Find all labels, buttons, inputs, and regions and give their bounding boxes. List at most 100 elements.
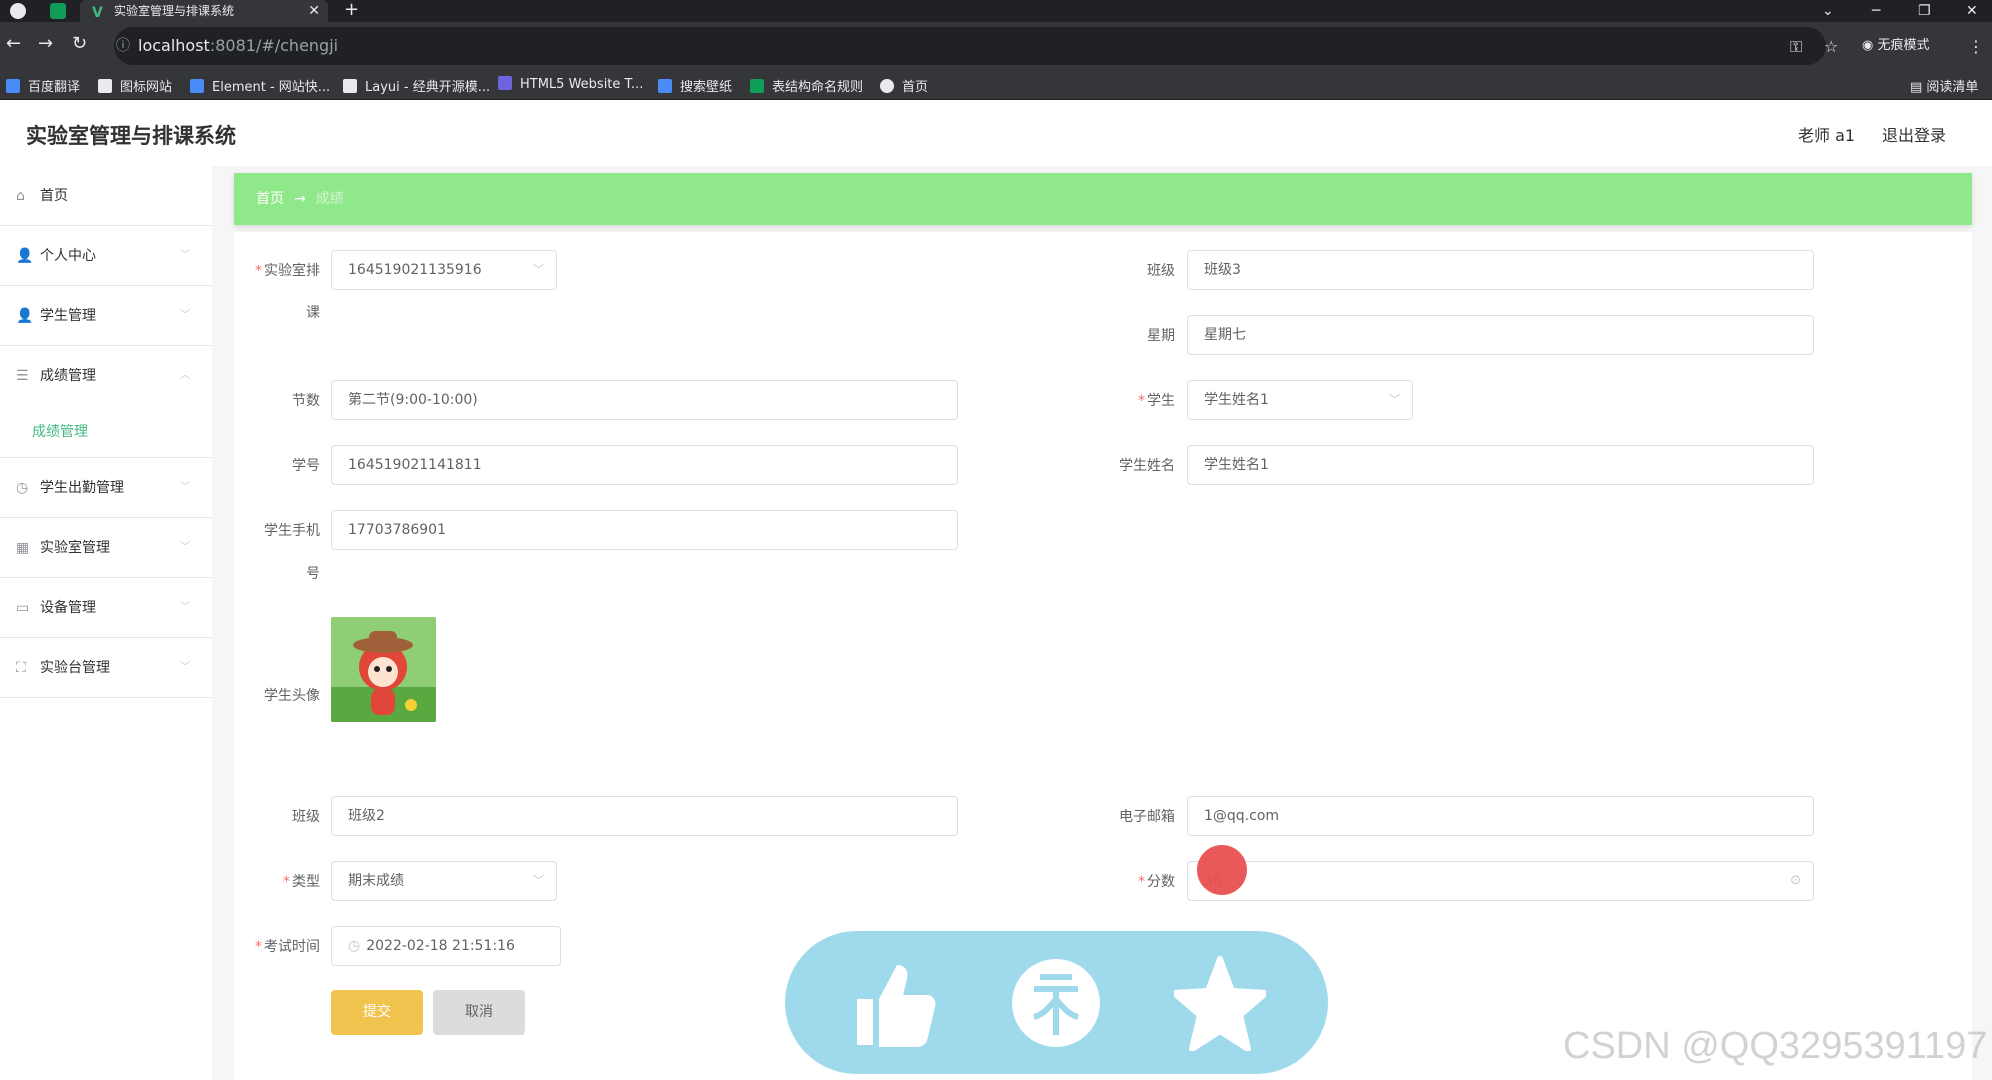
student-select[interactable]: 学生姓名1 ﹀	[1187, 380, 1413, 420]
back-icon[interactable]: ←	[6, 34, 21, 54]
phone-label: 学生手机	[264, 523, 320, 539]
period-input[interactable]: 第二节(9:00-10:00)	[331, 380, 958, 420]
vue-favicon-icon: V	[92, 5, 103, 21]
url-path: :8081/#/chengji	[209, 36, 339, 55]
breadcrumb-current: 成绩	[315, 191, 344, 207]
phone-input[interactable]: 17703786901	[331, 510, 958, 550]
chevron-down-icon: ﹀	[180, 250, 190, 261]
forward-icon[interactable]: →	[38, 34, 53, 54]
email-label: 电子邮箱	[1119, 809, 1175, 825]
incognito-icon: ◉	[1862, 38, 1878, 53]
key-icon[interactable]: ⚿	[1790, 37, 1802, 57]
browser-tab-bar: V 实验室管理与排课系统 ✕ + ⌄ ─ ❐ ✕	[0, 0, 1992, 22]
chrome-menu-icon[interactable]	[10, 3, 26, 19]
sidebar: ⌂ 首页 👤 个人中心 ﹀ 👤 学生管理 ﹀ ☰ 成绩管理 ︿ 成绩管理 ◷ 学生出勤管理 ﹀ ▦…	[0, 166, 212, 1080]
reload-icon[interactable]: ↻	[72, 34, 87, 54]
bookmark-item[interactable]: 搜索壁纸	[658, 76, 732, 95]
class-input[interactable]: 班级3	[1187, 250, 1814, 290]
new-tab-icon[interactable]: +	[344, 0, 359, 20]
bookmark-favicon-icon	[6, 79, 20, 93]
cancel-button[interactable]: 取消	[433, 990, 525, 1035]
submenu-grades[interactable]: 成绩管理	[0, 406, 212, 458]
bookmark-item[interactable]: 表结构命名规则	[750, 76, 863, 95]
reading-list-icon: ▤	[1910, 80, 1927, 95]
fullscreen-icon: ⛶	[16, 660, 26, 676]
clock-icon: ◷	[16, 480, 29, 496]
weekday-input[interactable]: 星期七	[1187, 315, 1814, 355]
url-host: localhost	[138, 36, 210, 55]
close-tab-icon[interactable]: ✕	[308, 0, 320, 22]
bookmark-favicon-icon	[343, 79, 357, 93]
bookmark-item[interactable]: 百度翻译	[6, 76, 80, 95]
kebab-menu-icon[interactable]: ⋮	[1968, 37, 1984, 56]
url-field[interactable]: ⓘ localhost:8081/#/chengji	[114, 27, 1826, 65]
sidebar-item-label: 实验室管理	[40, 540, 110, 556]
sidebar-item-label: 设备管理	[40, 600, 96, 616]
bookmark-item[interactable]: Layui - 经典开源模...	[343, 76, 490, 95]
bookmark-item[interactable]: 图标网站	[98, 76, 172, 95]
submit-button[interactable]: 提交	[331, 990, 423, 1035]
chevron-down-icon: ﹀	[180, 310, 190, 321]
star-icon[interactable]	[1174, 955, 1266, 1051]
class2-input[interactable]: 班级2	[331, 796, 958, 836]
sidebar-item-students[interactable]: 👤 学生管理 ﹀	[0, 286, 212, 346]
lab-schedule-value: 164519021135916	[348, 262, 482, 278]
close-window-icon[interactable]: ✕	[1966, 0, 1978, 22]
bookmark-favicon-icon	[190, 79, 204, 93]
sidebar-item-benches[interactable]: ⛶ 实验台管理 ﹀	[0, 638, 212, 698]
restore-icon[interactable]: ❐	[1918, 0, 1931, 22]
avatar-label: 学生头像	[264, 688, 320, 704]
lab-schedule-label: * 实验室排	[255, 263, 320, 279]
sidebar-item-attendance[interactable]: ◷ 学生出勤管理 ﹀	[0, 458, 212, 518]
exam-time-label: * 考试时间	[255, 939, 320, 955]
breadcrumb-home[interactable]: 首页	[256, 191, 284, 207]
home-icon: ⌂	[16, 188, 25, 204]
student-name-input[interactable]: 学生姓名1	[1187, 445, 1814, 485]
student-label: * 学生	[1138, 393, 1175, 409]
bookmark-label: 搜索壁纸	[680, 80, 733, 95]
student-avatar[interactable]	[331, 617, 436, 722]
sidebar-item-equipment[interactable]: ▭ 设备管理 ﹀	[0, 578, 212, 638]
sidebar-item-label: 学生出勤管理	[40, 480, 124, 496]
clear-icon[interactable]: ⊙	[1790, 862, 1801, 900]
bookmark-favicon-icon	[750, 79, 764, 93]
bookmark-favicon-icon	[98, 79, 112, 93]
sidebar-item-grades[interactable]: ☰ 成绩管理 ︿	[0, 346, 212, 406]
type-value: 期末成绩	[348, 873, 404, 889]
email-input[interactable]: 1@qq.com	[1187, 796, 1814, 836]
bookmark-item[interactable]: 首页	[880, 76, 928, 95]
bookmark-item[interactable]: Element - 网站快...	[190, 76, 330, 95]
star-icon[interactable]: ☆	[1824, 37, 1838, 56]
incognito-indicator[interactable]: ◉ 无痕模式	[1862, 34, 1930, 53]
breadcrumb-separator: →	[294, 191, 306, 207]
sidebar-item-home[interactable]: ⌂ 首页	[0, 166, 212, 226]
browser-tab[interactable]: V 实验室管理与排课系统 ✕	[80, 0, 328, 22]
green-app-icon[interactable]	[50, 3, 66, 19]
sidebar-item-labs[interactable]: ▦ 实验室管理 ﹀	[0, 518, 212, 578]
incognito-label: 无痕模式	[1877, 38, 1930, 53]
coin-icon[interactable]	[1010, 955, 1102, 1051]
logout-button[interactable]: 退出登录	[1882, 122, 1946, 146]
user-icon: 👤	[16, 308, 34, 324]
sliders-icon: ☰	[16, 368, 29, 384]
exam-time-value: 2022-02-18 21:51:16	[366, 938, 515, 954]
chevron-down-icon: ﹀	[533, 874, 544, 887]
image-icon: ▭	[16, 600, 30, 616]
exam-time-picker[interactable]: ◷ 2022-02-18 21:51:16	[331, 926, 561, 966]
sidebar-item-profile[interactable]: 👤 个人中心 ﹀	[0, 226, 212, 286]
thumbs-up-icon[interactable]	[847, 955, 939, 1051]
minimize-icon[interactable]: ─	[1872, 0, 1880, 22]
student-no-input[interactable]: 164519021141811	[331, 445, 958, 485]
reading-list[interactable]: ▤ 阅读清单	[1910, 76, 1978, 95]
type-select[interactable]: 期末成绩 ﹀	[331, 861, 557, 901]
lab-schedule-select[interactable]: 164519021135916 ﹀	[331, 250, 557, 290]
chevron-down-icon: ﹀	[180, 662, 190, 673]
chevron-down-icon: ﹀	[1389, 393, 1400, 406]
clock-icon: ◷	[348, 938, 361, 954]
tab-search-icon[interactable]: ⌄	[1822, 0, 1834, 22]
sidebar-item-label: 学生管理	[40, 308, 96, 324]
breadcrumb: 首页 → 成绩	[234, 173, 1972, 225]
site-info-icon[interactable]: ⓘ	[116, 27, 130, 65]
score-input[interactable]: 36⊙	[1187, 861, 1814, 901]
bookmark-item[interactable]: HTML5 Website T...	[498, 76, 643, 92]
